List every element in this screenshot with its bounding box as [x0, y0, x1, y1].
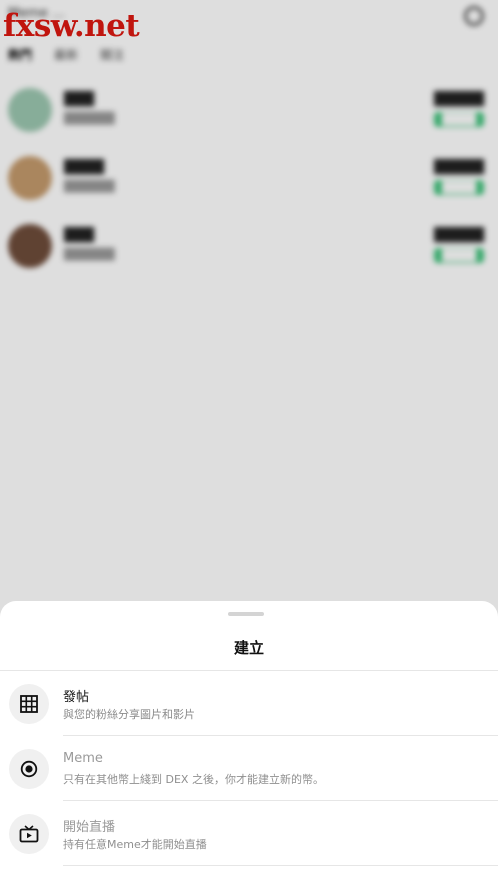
option-description: 與您的粉絲分享圖片和影片 [63, 708, 195, 721]
option-title: 開始直播 [63, 820, 116, 835]
sheet-title: 建立 [233, 639, 264, 657]
option-title: 發帖 [63, 690, 90, 705]
grid-icon [9, 684, 49, 724]
option-description: 只有在其他幣上綫到 DEX 之後，你才能建立新的幣。 [63, 773, 324, 786]
option-start-live[interactable]: 開始直播 持有任意Meme才能開始直播 [0, 801, 498, 866]
target-circle-icon [9, 749, 49, 789]
live-tv-icon [9, 814, 49, 854]
create-bottom-sheet: 建立 發帖 與您的粉絲分享圖片和影片 Meme 只有在其他幣上綫到 DEX 之後… [0, 601, 498, 885]
drag-handle[interactable] [228, 612, 264, 616]
option-description: 持有任意Meme才能開始直播 [63, 838, 207, 851]
option-post[interactable]: 發帖 與您的粉絲分享圖片和影片 [0, 671, 498, 736]
option-meme[interactable]: Meme 只有在其他幣上綫到 DEX 之後，你才能建立新的幣。 [0, 736, 498, 801]
divider [63, 865, 498, 866]
option-title: Meme [63, 751, 103, 766]
watermark: fxsw.net [3, 8, 140, 44]
